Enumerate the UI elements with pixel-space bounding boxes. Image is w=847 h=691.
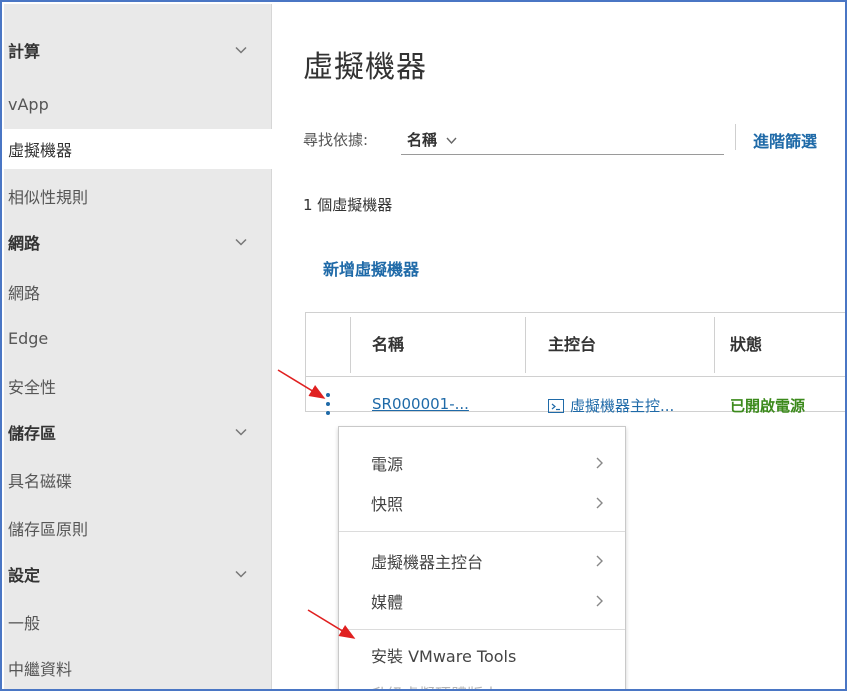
- column-header-status[interactable]: 狀態: [730, 331, 762, 355]
- advanced-filter-link[interactable]: 進階篩選: [753, 128, 817, 152]
- sidebar-item-vapp[interactable]: vApp: [4, 84, 272, 124]
- menu-item-snapshot[interactable]: 快照: [339, 483, 625, 523]
- menu-item-vm-console[interactable]: 虛擬機器主控台: [339, 541, 625, 581]
- column-divider: [525, 317, 526, 373]
- sidebar-item-label: 儲存區: [8, 424, 57, 443]
- menu-item-label: 升級虛擬硬體版本: [371, 681, 499, 689]
- chevron-right-icon: [596, 457, 603, 469]
- chevron-down-icon: [235, 238, 247, 246]
- sidebar-item-label: 網路: [8, 234, 41, 253]
- sidebar-item-edge[interactable]: Edge: [4, 318, 272, 358]
- menu-item-media[interactable]: 媒體: [339, 581, 625, 621]
- add-vm-button[interactable]: 新增虛擬機器: [323, 256, 419, 280]
- sidebar: 計算 vApp 虛擬機器 相似性規則 網路 網路 Edge 安全性 儲存區 具名…: [4, 4, 272, 689]
- main-content: 虛擬機器 尋找依據: 名稱 進階篩選 1 個虛擬機器 新增虛擬機器 名稱 主控台…: [273, 4, 845, 689]
- search-label: 尋找依據:: [303, 131, 369, 149]
- datagrid-header: 名稱 主控台 狀態: [306, 313, 845, 377]
- sidebar-item-label: 設定: [8, 566, 41, 585]
- column-header-console[interactable]: 主控台: [548, 331, 596, 355]
- vm-console-label: 虛擬機器主控...: [570, 397, 675, 415]
- menu-item-power[interactable]: 電源: [339, 443, 625, 483]
- menu-item-install-vmware-tools[interactable]: 安裝 VMware Tools: [339, 635, 625, 675]
- chevron-down-icon: [235, 570, 247, 578]
- search-field-value: 名稱: [407, 131, 438, 149]
- sidebar-item-vms[interactable]: 虛擬機器: [4, 129, 272, 169]
- sidebar-group-compute[interactable]: 計算: [4, 30, 272, 70]
- sidebar-item-label: 虛擬機器: [8, 141, 73, 160]
- search-input-underline[interactable]: [401, 154, 724, 155]
- menu-item-label: 快照: [371, 495, 404, 514]
- chevron-down-icon: [235, 46, 247, 54]
- column-header-name[interactable]: 名稱: [372, 331, 404, 355]
- vm-console-link[interactable]: 虛擬機器主控...: [548, 395, 674, 416]
- vm-name-link[interactable]: SR000001-...: [372, 395, 469, 413]
- chevron-right-icon: [596, 555, 603, 567]
- sidebar-item-label: 一般: [8, 614, 41, 633]
- sidebar-item-label: 中繼資料: [8, 660, 73, 679]
- sidebar-item-networks[interactable]: 網路: [4, 272, 272, 312]
- page-title: 虛擬機器: [303, 50, 427, 85]
- search-field-select[interactable]: 名稱: [407, 129, 457, 150]
- sidebar-group-storage[interactable]: 儲存區: [4, 412, 272, 452]
- menu-item-label: 媒體: [371, 593, 404, 612]
- menu-item-upgrade-hw-version[interactable]: 升級虛擬硬體版本: [339, 673, 625, 689]
- sidebar-item-label: 具名磁碟: [8, 472, 73, 491]
- menu-separator: [339, 531, 625, 532]
- sidebar-item-label: Edge: [8, 328, 49, 348]
- chevron-right-icon: [596, 595, 603, 607]
- row-context-menu: 電源 快照 虛擬機器主控台 媒體 安裝 VMware Tools 升級虛擬硬體版: [338, 426, 626, 689]
- sidebar-group-networking[interactable]: 網路: [4, 222, 272, 262]
- sidebar-item-general[interactable]: 一般: [4, 602, 272, 642]
- menu-item-label: 電源: [371, 455, 404, 474]
- sidebar-item-label: 網路: [8, 284, 41, 303]
- sidebar-item-security[interactable]: 安全性: [4, 366, 272, 406]
- row-actions-kebab-icon[interactable]: [326, 391, 332, 417]
- sidebar-item-label: vApp: [8, 94, 49, 114]
- chevron-down-icon: [235, 428, 247, 436]
- sidebar-item-label: 儲存區原則: [8, 520, 89, 539]
- console-icon: [548, 398, 564, 413]
- toolbar-divider: [735, 124, 736, 150]
- chevron-down-icon: [446, 137, 457, 145]
- menu-separator: [339, 629, 625, 630]
- sidebar-item-label: 相似性規則: [8, 188, 89, 207]
- sidebar-item-label: 計算: [8, 42, 41, 61]
- sidebar-item-named-disks[interactable]: 具名磁碟: [4, 460, 272, 500]
- sidebar-item-storage-policies[interactable]: 儲存區原則: [4, 508, 272, 548]
- sidebar-item-label: 安全性: [8, 378, 57, 397]
- vm-status: 已開啟電源: [730, 397, 806, 415]
- sidebar-group-settings[interactable]: 設定: [4, 554, 272, 594]
- chevron-right-icon: [596, 497, 603, 509]
- menu-item-label: 虛擬機器主控台: [371, 553, 484, 572]
- vm-datagrid: 名稱 主控台 狀態 SR000001-... 虛擬機器主控... 已開啟電源: [305, 312, 845, 415]
- column-divider: [350, 317, 351, 373]
- screenshot-frame: 計算 vApp 虛擬機器 相似性規則 網路 網路 Edge 安全性 儲存區 具名…: [0, 0, 847, 691]
- vm-count: 1 個虛擬機器: [303, 196, 393, 214]
- sidebar-item-metadata[interactable]: 中繼資料: [4, 648, 272, 688]
- sidebar-item-affinity-rules[interactable]: 相似性規則: [4, 176, 272, 216]
- column-divider: [714, 317, 715, 373]
- menu-item-label: 安裝 VMware Tools: [371, 647, 517, 666]
